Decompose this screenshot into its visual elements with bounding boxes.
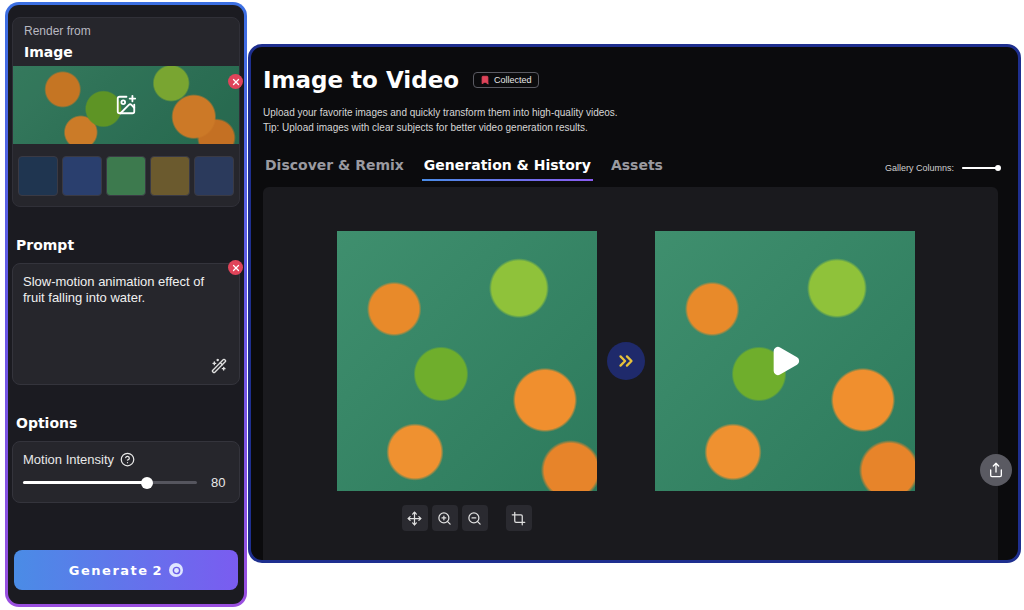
source-column: [337, 231, 597, 531]
close-icon: [231, 263, 241, 273]
slider-knob[interactable]: [995, 165, 1001, 171]
thumbnail-row: [13, 144, 239, 206]
zoom-in-icon: [437, 511, 452, 526]
prompt-label: Prompt: [16, 237, 236, 253]
app-page: Render from Image Prompt Slow-motion animat…: [0, 0, 1024, 610]
render-from-label: Render from: [24, 24, 228, 38]
prompt-field[interactable]: Slow-motion animation effect of fruit fa…: [12, 263, 240, 385]
slider-fill: [23, 481, 147, 484]
tab-bar: Discover & Remix Generation & History Asse…: [263, 157, 998, 181]
thumbnail[interactable]: [62, 156, 102, 196]
render-from-header: Render from Image: [13, 18, 239, 66]
tab[interactable]: Assets: [609, 157, 665, 181]
options-label: Options: [16, 415, 236, 431]
add-image-icon[interactable]: [115, 94, 137, 116]
render-from-card: Render from Image: [12, 17, 240, 207]
thumbnail[interactable]: [106, 156, 146, 196]
slider-fill: [962, 167, 998, 169]
image-toolbar: [402, 505, 532, 531]
description-text: Upload your favorite images and quickly …: [263, 105, 998, 120]
play-icon[interactable]: [768, 344, 802, 378]
remove-image-button[interactable]: [228, 74, 243, 89]
generate-cost: 2: [153, 563, 164, 578]
thumbnail[interactable]: [194, 156, 234, 196]
bookmark-icon: [480, 75, 490, 85]
sidebar-content: Render from Image Prompt Slow-motion animat…: [8, 5, 244, 604]
page-description: Upload your favorite images and quickly …: [263, 105, 998, 135]
motion-intensity-slider[interactable]: [23, 481, 197, 484]
options-card: Motion Intensity 80: [12, 441, 240, 503]
tab[interactable]: Discover & Remix: [263, 157, 406, 181]
crop-button[interactable]: [506, 505, 532, 531]
generation-area: [263, 187, 998, 560]
magic-wand-icon[interactable]: [211, 358, 227, 374]
move-button[interactable]: [402, 505, 428, 531]
motion-intensity-reading: 80: [211, 475, 227, 490]
arrow-icon: [607, 342, 645, 380]
generation-pair: [337, 231, 915, 560]
gallery-columns-label: Gallery Columns:: [885, 163, 954, 173]
slider-knob[interactable]: [141, 477, 153, 489]
tip-text: Tip: Upload images with clear subjects f…: [263, 120, 998, 135]
gallery-columns-slider[interactable]: [962, 167, 998, 169]
thumbnail[interactable]: [150, 156, 190, 196]
share-icon: [988, 462, 1004, 478]
motion-intensity-row: Motion Intensity: [23, 452, 227, 467]
sidebar: Render from Image Prompt Slow-motion animat…: [5, 2, 247, 607]
share-button[interactable]: [980, 454, 1012, 486]
tabs: Discover & Remix Generation & History Asse…: [263, 157, 665, 181]
source-image: [337, 231, 597, 491]
crop-icon: [511, 511, 526, 526]
main-panel: Image to Video Collected Upload your favor…: [248, 44, 1021, 563]
image-preview[interactable]: [13, 66, 239, 144]
close-icon: [231, 77, 241, 87]
render-from-title: Image: [24, 44, 228, 60]
motion-intensity-label: Motion Intensity: [23, 452, 114, 467]
generate-label: Generate: [69, 563, 149, 578]
clear-prompt-button[interactable]: [228, 260, 243, 275]
thumbnail[interactable]: [18, 156, 58, 196]
prompt-text[interactable]: Slow-motion animation effect of fruit fa…: [23, 274, 229, 306]
result-video[interactable]: [655, 231, 915, 491]
title-row: Image to Video Collected: [263, 67, 998, 93]
badge-label: Collected: [494, 75, 532, 85]
motion-intensity-slider-row: 80: [23, 475, 227, 490]
move-icon: [407, 511, 422, 526]
zoom-out-icon: [467, 511, 482, 526]
credit-icon: [169, 563, 183, 577]
collected-badge[interactable]: Collected: [473, 72, 539, 88]
generate-button[interactable]: Generate 2: [14, 550, 238, 590]
zoom-in-button[interactable]: [432, 505, 458, 531]
gallery-columns: Gallery Columns:: [885, 163, 998, 181]
page-title: Image to Video: [263, 67, 459, 93]
tab[interactable]: Generation & History: [422, 157, 593, 181]
zoom-out-button[interactable]: [462, 505, 488, 531]
help-icon[interactable]: [120, 452, 135, 467]
